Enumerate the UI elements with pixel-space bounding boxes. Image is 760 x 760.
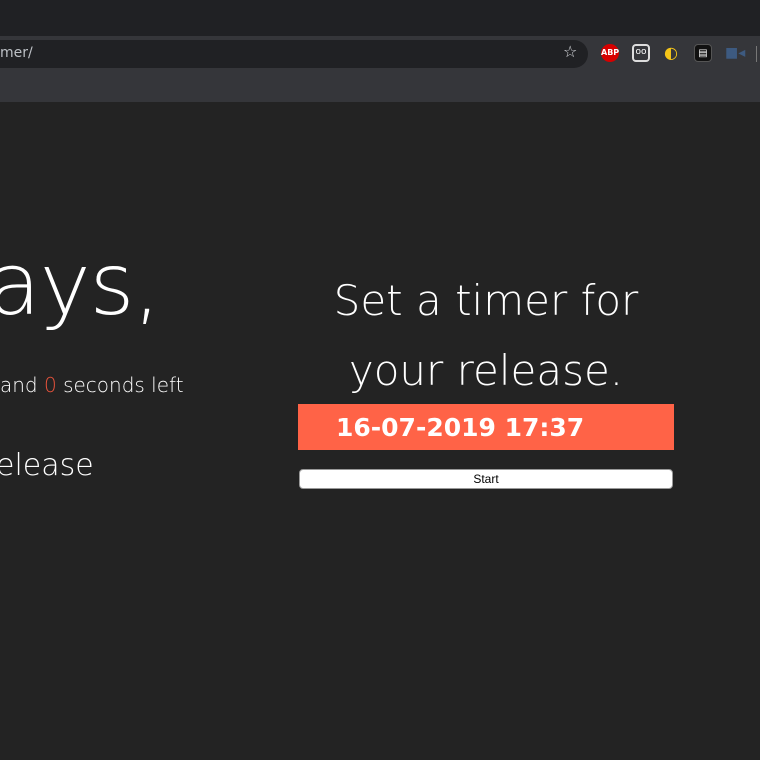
bookmark-star-icon[interactable]: ☆ bbox=[563, 42, 577, 61]
tab-strip bbox=[0, 0, 760, 36]
toolbar-divider bbox=[756, 46, 757, 62]
address-bar[interactable]: mer/ bbox=[0, 40, 588, 68]
form-heading: Set a timer for your release. bbox=[298, 266, 674, 406]
date-input[interactable] bbox=[298, 404, 674, 450]
countdown-detail: and 0 seconds left bbox=[0, 373, 184, 397]
camera-icon[interactable]: ■◂ bbox=[725, 44, 745, 62]
abp-icon[interactable]: ABP bbox=[601, 44, 619, 62]
release-label: elease bbox=[0, 448, 94, 483]
url-text: mer/ bbox=[0, 45, 33, 61]
text: and bbox=[0, 373, 44, 397]
seconds-value: 0 bbox=[43, 373, 57, 397]
circle-play-icon[interactable]: ◐ bbox=[662, 44, 680, 62]
start-button[interactable]: Start bbox=[299, 469, 673, 489]
ghostery-icon[interactable]: oo bbox=[632, 44, 650, 62]
countdown-days: ays, bbox=[0, 235, 161, 335]
news-icon[interactable]: ▤ bbox=[694, 44, 712, 62]
heading-line: Set a timer for bbox=[333, 276, 639, 325]
text: seconds left bbox=[56, 373, 184, 397]
heading-line: your release. bbox=[348, 346, 624, 395]
